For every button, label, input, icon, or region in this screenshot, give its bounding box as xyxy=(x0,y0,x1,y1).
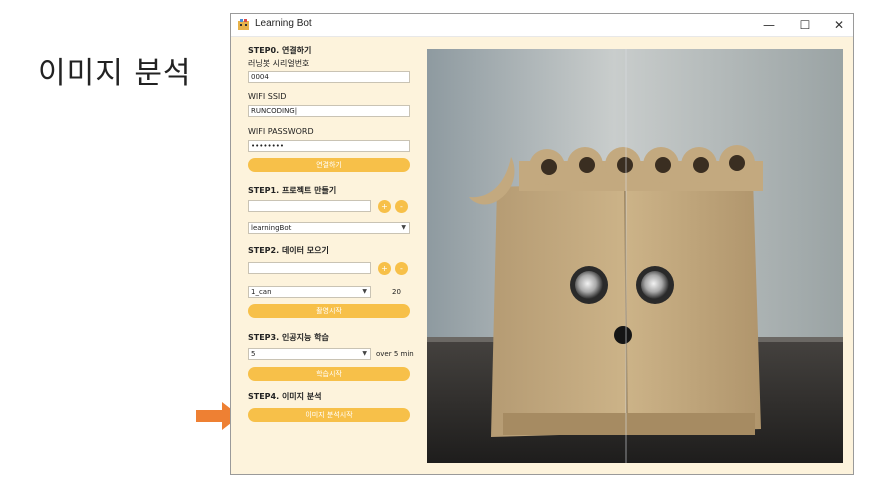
step2-title: STEP2. 데이터 모으기 xyxy=(248,246,329,255)
project-select[interactable]: learningBot ▼ xyxy=(248,222,410,234)
project-select-value: learningBot xyxy=(251,224,292,232)
epoch-select-value: 5 xyxy=(251,350,256,358)
connect-button[interactable]: 연결하기 xyxy=(248,158,410,172)
training-duration-note: over 5 min xyxy=(376,350,414,358)
add-project-button[interactable]: + xyxy=(378,200,391,213)
ssid-input[interactable]: RUNCODING| xyxy=(248,105,410,117)
label-name-input[interactable] xyxy=(248,262,371,274)
title-bar: Learning Bot — ☐ ✕ xyxy=(231,14,853,37)
window-title: Learning Bot xyxy=(255,18,312,29)
add-label-button[interactable]: + xyxy=(378,262,391,275)
control-panel: STEP0. 연결하기 러닝봇 시리얼번호 0004 WIFI SSID RUN… xyxy=(231,37,421,474)
step0-title: STEP0. 연결하기 xyxy=(248,46,312,55)
step3-title: STEP3. 인공지능 학습 xyxy=(248,333,329,342)
serial-label: 러닝봇 시리얼번호 xyxy=(248,59,310,68)
project-name-input[interactable] xyxy=(248,200,371,212)
capture-count: 20 xyxy=(392,288,401,296)
label-select[interactable]: 1_can ▼ xyxy=(248,286,371,298)
camera-preview xyxy=(427,49,843,463)
chevron-down-icon: ▼ xyxy=(362,350,367,357)
page-heading: 이미지 분석 xyxy=(38,56,192,91)
app-icon xyxy=(238,19,249,30)
capture-button[interactable]: 촬영시작 xyxy=(248,304,410,318)
step4-title: STEP4. 이미지 분석 xyxy=(248,392,322,401)
label-select-value: 1_can xyxy=(251,288,272,296)
maximize-button[interactable]: ☐ xyxy=(791,15,819,35)
ssid-label: WIFI SSID xyxy=(248,92,287,101)
train-button[interactable]: 학습시작 xyxy=(248,367,410,381)
password-label: WIFI PASSWORD xyxy=(248,127,314,136)
serial-input[interactable]: 0004 xyxy=(248,71,410,83)
analyze-image-button[interactable]: 이미지 분석시작 xyxy=(248,408,410,422)
minimize-button[interactable]: — xyxy=(755,15,783,35)
learning-bot-window: Learning Bot — ☐ ✕ STEP0. 연결하기 러닝봇 시리얼번호… xyxy=(230,13,854,475)
epoch-select[interactable]: 5 ▼ xyxy=(248,348,371,360)
remove-label-button[interactable]: - xyxy=(395,262,408,275)
chevron-down-icon: ▼ xyxy=(362,288,367,295)
remove-project-button[interactable]: - xyxy=(395,200,408,213)
step1-title: STEP1. 프로젝트 만들기 xyxy=(248,186,337,195)
close-button[interactable]: ✕ xyxy=(825,15,853,35)
chevron-down-icon: ▼ xyxy=(401,224,406,231)
password-input[interactable]: •••••••• xyxy=(248,140,410,152)
